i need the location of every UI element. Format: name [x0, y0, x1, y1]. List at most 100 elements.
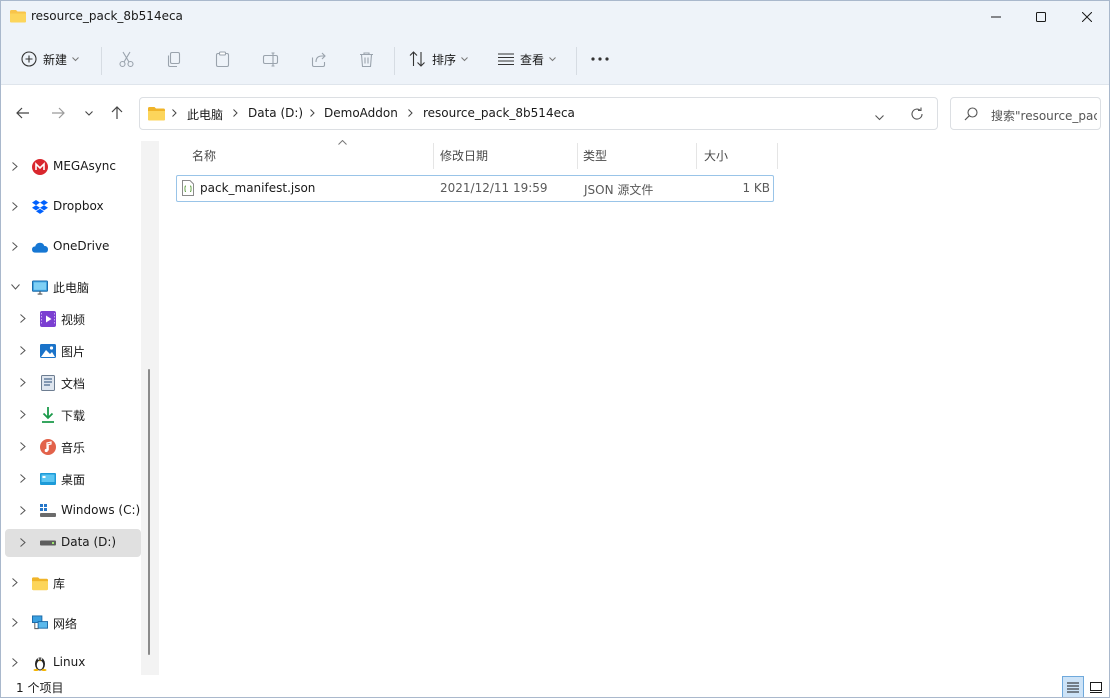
- toolbar-divider: [576, 47, 577, 75]
- column-divider[interactable]: [433, 143, 434, 169]
- nav-item-this-pc[interactable]: 此电脑: [5, 273, 141, 301]
- details-view-button[interactable]: [1062, 676, 1084, 697]
- nav-item-megasync[interactable]: MEGAsync: [5, 153, 141, 181]
- onedrive-icon: [32, 239, 48, 255]
- computer-icon: [32, 279, 48, 295]
- breadcrumb-current-folder[interactable]: resource_pack_8b514eca: [423, 106, 575, 120]
- paste-button[interactable]: [214, 45, 231, 73]
- sort-button-label: 排序: [432, 52, 457, 67]
- drive-d-icon: [40, 535, 56, 551]
- chevron-right-icon[interactable]: [20, 314, 26, 323]
- nav-item-documents[interactable]: 文档: [5, 369, 141, 397]
- nav-item-onedrive[interactable]: OneDrive: [5, 233, 141, 261]
- column-divider[interactable]: [696, 143, 697, 169]
- table-row[interactable]: pack_manifest.json 2021/12/11 19:59 JSON…: [176, 175, 774, 202]
- file-name: pack_manifest.json: [200, 181, 316, 195]
- nav-item-downloads[interactable]: 下载: [5, 401, 141, 429]
- breadcrumb-demoaddon[interactable]: DemoAddon: [324, 106, 398, 120]
- toolbar-divider: [101, 47, 102, 75]
- chevron-right-icon[interactable]: [20, 410, 26, 419]
- nav-item-music[interactable]: 音乐: [5, 433, 141, 461]
- music-icon: [40, 439, 56, 455]
- search-box[interactable]: 搜索"resource_pack_8b514eca": [950, 97, 1101, 130]
- chevron-right-icon[interactable]: [20, 474, 26, 483]
- recent-locations-button[interactable]: [81, 105, 97, 121]
- chevron-right-icon[interactable]: [12, 658, 18, 667]
- linux-icon: [32, 655, 48, 671]
- nav-item-libraries[interactable]: 库: [5, 569, 141, 597]
- chevron-right-icon[interactable]: [12, 578, 18, 587]
- column-header-type[interactable]: 类型: [583, 141, 695, 169]
- chevron-down-icon: [461, 56, 468, 61]
- nav-item-dropbox[interactable]: Dropbox: [5, 193, 141, 221]
- close-button[interactable]: [1064, 1, 1109, 33]
- more-icon: [591, 57, 609, 61]
- video-icon: [40, 311, 56, 327]
- column-header-label: 类型: [583, 148, 608, 163]
- chevron-right-icon[interactable]: [20, 346, 26, 355]
- more-options-button[interactable]: [591, 45, 609, 73]
- plus-circle-icon: [21, 51, 37, 67]
- view-button[interactable]: 查看: [498, 45, 556, 73]
- address-bar[interactable]: 此电脑 Data (D:) DemoAddon resource_pack_8b…: [139, 97, 938, 130]
- nav-item-videos[interactable]: 视频: [5, 305, 141, 333]
- navigation-scrollbar[interactable]: [141, 141, 159, 675]
- chevron-right-icon[interactable]: [20, 442, 26, 451]
- column-divider[interactable]: [777, 143, 778, 169]
- forward-button[interactable]: [50, 105, 66, 121]
- clipboard-icon: [215, 50, 230, 67]
- nav-item-label: 图片: [61, 345, 86, 359]
- sort-button[interactable]: 排序: [409, 45, 468, 73]
- scrollbar-thumb[interactable]: [148, 369, 150, 655]
- new-button[interactable]: 新建: [21, 45, 79, 73]
- sort-ascending-icon: [338, 140, 347, 145]
- breadcrumb-data-d[interactable]: Data (D:): [248, 106, 303, 120]
- nav-item-label: 桌面: [61, 473, 86, 487]
- nav-item-linux[interactable]: Linux: [5, 649, 141, 677]
- maximize-button[interactable]: [1018, 1, 1064, 33]
- search-input[interactable]: 搜索"resource_pack_8b514eca": [991, 107, 1097, 124]
- column-header-name[interactable]: 名称: [192, 140, 432, 169]
- rename-icon: [262, 51, 279, 67]
- chevron-right-icon[interactable]: [12, 242, 18, 251]
- chevron-right-icon[interactable]: [20, 378, 26, 387]
- large-icons-view-button[interactable]: [1085, 676, 1107, 697]
- chevron-down-icon[interactable]: [11, 284, 20, 290]
- nav-item-data-d[interactable]: Data (D:): [5, 529, 141, 557]
- nav-item-desktop[interactable]: 桌面: [5, 465, 141, 493]
- delete-button[interactable]: [358, 45, 375, 73]
- nav-item-windows-c[interactable]: Windows (C:): [5, 497, 141, 525]
- chevron-right-icon: [233, 109, 238, 117]
- column-header-modified[interactable]: 修改日期: [440, 141, 576, 169]
- chevron-right-icon[interactable]: [20, 506, 26, 515]
- documents-icon: [40, 375, 56, 391]
- chevron-right-icon[interactable]: [12, 162, 18, 171]
- window-title: resource_pack_8b514eca: [31, 9, 183, 23]
- maximize-icon: [1036, 12, 1046, 22]
- up-button[interactable]: [109, 105, 125, 121]
- chevron-right-icon[interactable]: [12, 618, 18, 627]
- column-header-label: 名称: [192, 148, 217, 163]
- refresh-button[interactable]: [910, 107, 924, 124]
- cut-button[interactable]: [118, 45, 135, 73]
- share-button[interactable]: [310, 45, 327, 73]
- desktop-icon: [40, 471, 56, 487]
- column-header-label: 大小: [704, 148, 729, 163]
- folder-icon: [10, 9, 26, 23]
- column-divider[interactable]: [577, 143, 578, 169]
- nav-item-label: 音乐: [61, 441, 86, 455]
- nav-item-network[interactable]: 网络: [5, 609, 141, 637]
- address-history-button[interactable]: [875, 110, 884, 124]
- command-bar: 新建 排序 查看: [1, 33, 1109, 85]
- nav-item-pictures[interactable]: 图片: [5, 337, 141, 365]
- copy-button[interactable]: [166, 45, 183, 73]
- back-button[interactable]: [15, 105, 31, 121]
- column-header-size[interactable]: 大小: [704, 141, 776, 169]
- chevron-right-icon[interactable]: [20, 538, 26, 547]
- chevron-right-icon[interactable]: [12, 202, 18, 211]
- breadcrumb-this-pc[interactable]: 此电脑: [187, 106, 223, 123]
- file-size: 1 KB: [742, 181, 770, 195]
- nav-item-label: 网络: [53, 617, 78, 631]
- minimize-button[interactable]: [973, 1, 1019, 33]
- rename-button[interactable]: [262, 45, 279, 73]
